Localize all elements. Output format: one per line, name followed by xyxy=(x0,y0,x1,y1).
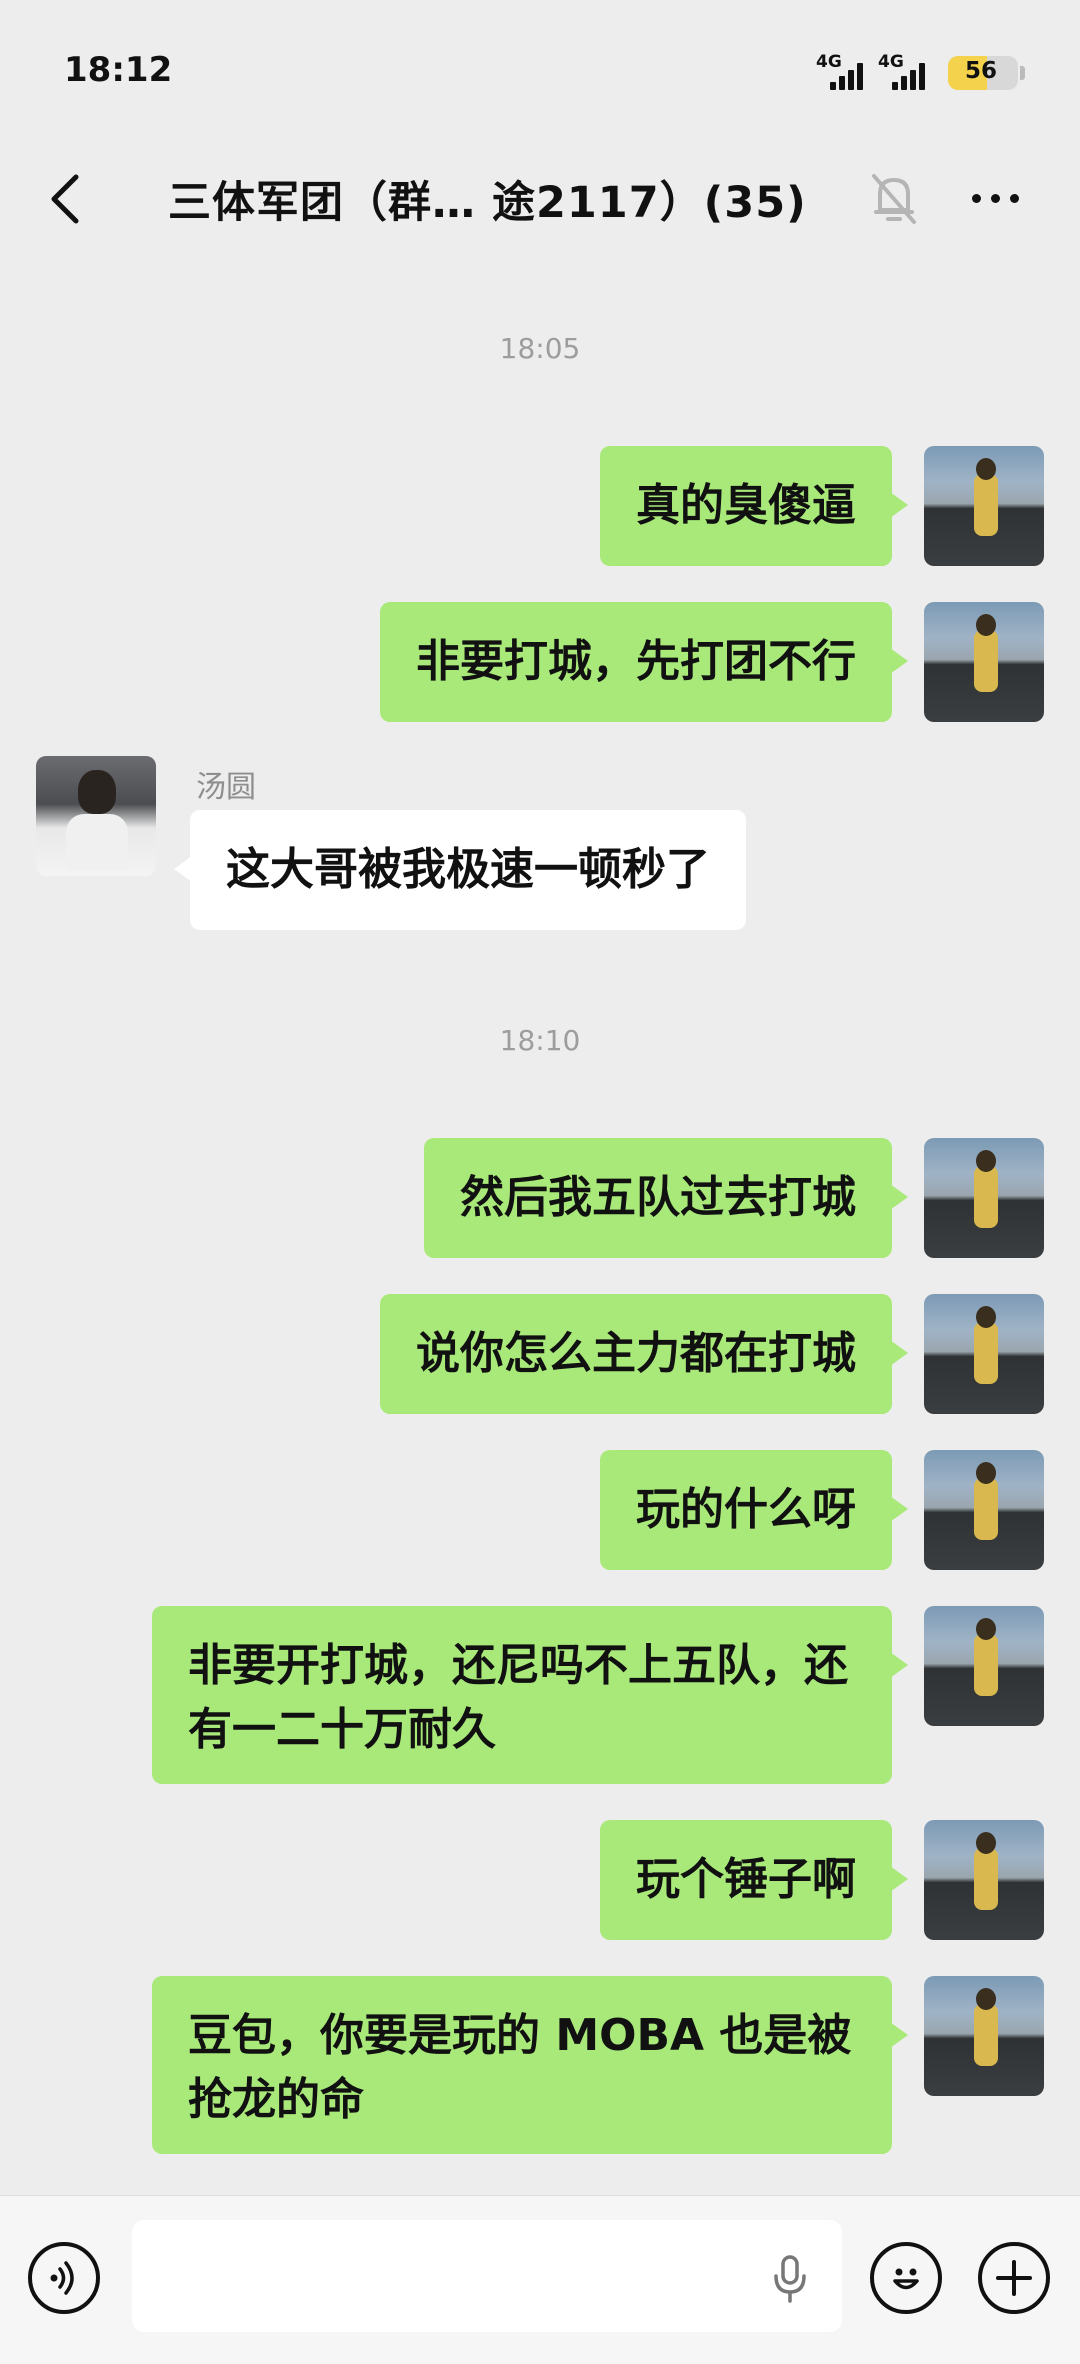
my-avatar[interactable] xyxy=(924,1976,1044,2096)
sent-message[interactable]: 豆包，你要是玩的 MOBA 也是被抢龙的命 xyxy=(152,1976,908,2154)
my-avatar[interactable] xyxy=(924,1820,1044,1940)
my-avatar[interactable] xyxy=(924,446,1044,566)
my-avatar[interactable] xyxy=(924,1138,1044,1258)
message-input[interactable] xyxy=(132,2220,842,2332)
chat-title: 三体军团（群… 途2117）(35) xyxy=(168,178,807,228)
sent-message[interactable]: 玩个锤子啊 xyxy=(600,1820,908,1940)
status-time: 18:12 xyxy=(64,50,173,90)
dot-icon xyxy=(990,193,1000,203)
voice-mode-button[interactable] xyxy=(28,2242,100,2314)
sent-message[interactable]: 真的臭傻逼 xyxy=(600,446,908,566)
microphone-icon[interactable] xyxy=(770,2254,810,2304)
my-avatar[interactable] xyxy=(924,602,1044,722)
plus-icon xyxy=(996,2260,1032,2296)
more-functions-button[interactable] xyxy=(978,2242,1050,2314)
contact-avatar[interactable] xyxy=(36,756,156,876)
sent-message[interactable]: 玩的什么呀 xyxy=(600,1450,908,1570)
sender-name: 汤圆 xyxy=(196,770,256,805)
sent-message[interactable]: 说你怎么主力都在打城 xyxy=(380,1294,908,1414)
my-avatar[interactable] xyxy=(924,1450,1044,1570)
chevron-left-icon xyxy=(51,174,79,224)
more-options-button[interactable] xyxy=(960,168,1030,228)
chat-header: 三体军团（群… 途2117）(35) xyxy=(0,140,1080,260)
my-avatar[interactable] xyxy=(924,1294,1044,1414)
status-bar: 18:12 4G 4G 56 xyxy=(0,0,1080,140)
dot-icon xyxy=(1009,193,1019,203)
sent-message[interactable]: 然后我五队过去打城 xyxy=(424,1138,908,1258)
battery-level: 56 xyxy=(964,58,997,84)
message-input-bar xyxy=(0,2195,1080,2364)
emoji-button[interactable] xyxy=(870,2242,942,2314)
dot-icon xyxy=(971,193,981,203)
emoji-icon xyxy=(893,2268,919,2290)
my-avatar[interactable] xyxy=(924,1606,1044,1726)
back-button[interactable] xyxy=(40,164,90,234)
timestamp: 18:05 xyxy=(499,332,581,365)
battery-icon: 56 xyxy=(948,56,1018,90)
sent-message[interactable]: 非要开打城，还尼吗不上五队，还有一二十万耐久 xyxy=(152,1606,908,1784)
timestamp: 18:10 xyxy=(499,1024,581,1057)
sent-message[interactable]: 非要打城，先打团不行 xyxy=(380,602,908,722)
received-message[interactable]: 这大哥被我极速一顿秒了 xyxy=(174,810,746,930)
mute-bell-icon xyxy=(866,168,922,228)
voice-mode-icon xyxy=(50,2261,74,2295)
